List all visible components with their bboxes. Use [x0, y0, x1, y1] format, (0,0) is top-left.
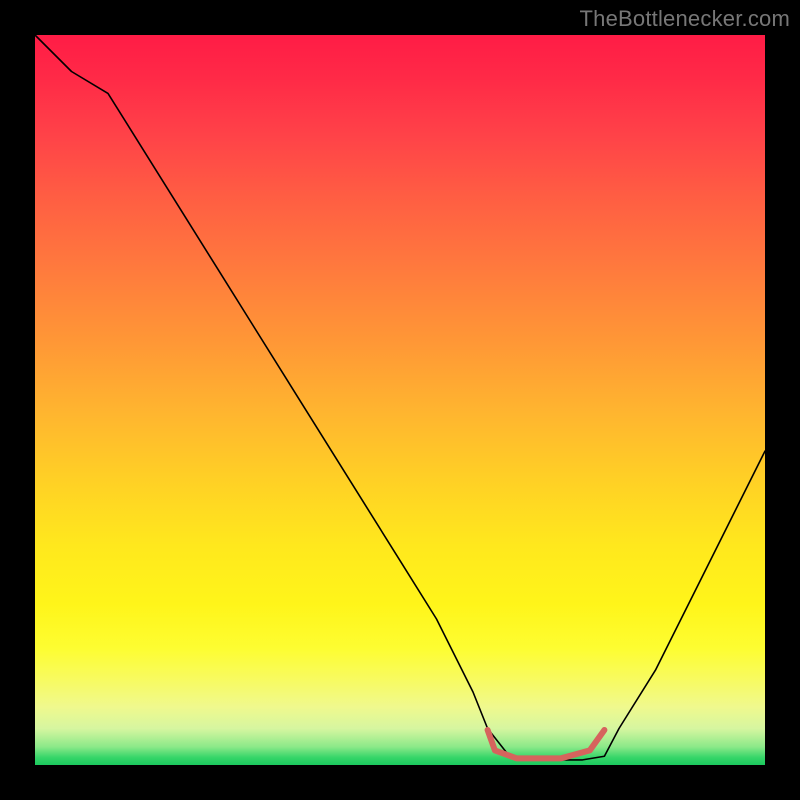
chart-frame: TheBottlenecker.com	[0, 0, 800, 800]
chart-overlay	[0, 0, 800, 800]
series-min-band	[488, 730, 605, 758]
series-curve	[35, 35, 765, 760]
watermark-text: TheBottlenecker.com	[580, 6, 790, 32]
